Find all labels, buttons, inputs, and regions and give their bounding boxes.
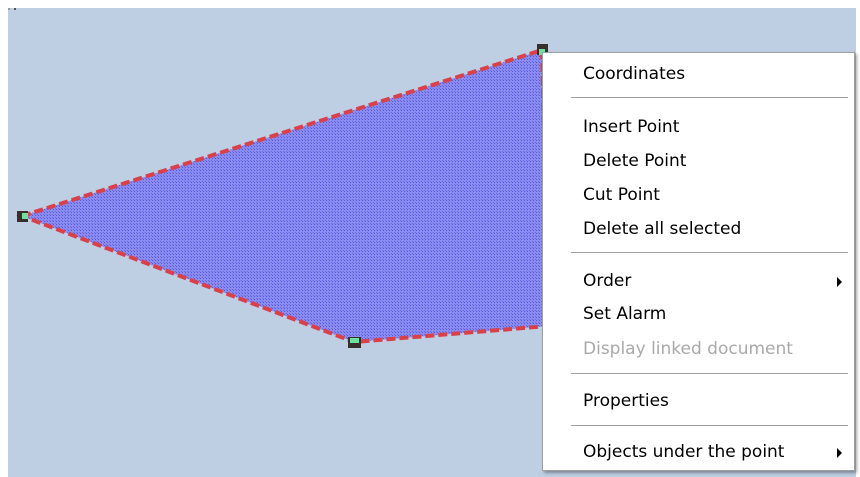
menu-item-properties[interactable]: Properties xyxy=(543,386,854,416)
menu-item-label: Delete Point xyxy=(583,151,687,171)
menu-item-label: Delete all selected xyxy=(583,219,742,239)
menu-separator xyxy=(571,373,848,374)
menu-item-label: Order xyxy=(583,271,632,291)
menu-separator xyxy=(571,97,848,98)
menu-item-set-alarm[interactable]: Set Alarm xyxy=(543,299,854,329)
menu-item-delete-all-selected[interactable]: Delete all selected xyxy=(543,214,854,244)
menu-separator xyxy=(571,252,848,253)
vertex-handle-left[interactable] xyxy=(17,211,28,222)
menu-item-delete-point[interactable]: Delete Point xyxy=(543,146,854,176)
menu-item-label: Properties xyxy=(583,391,669,411)
menu-item-objects-under-the-point[interactable]: Objects under the point xyxy=(543,437,854,467)
menu-item-label: Objects under the point xyxy=(583,442,785,462)
menu-item-label: Coordinates xyxy=(583,64,686,84)
submenu-arrow-icon xyxy=(837,277,842,287)
menu-item-label: Cut Point xyxy=(583,185,660,205)
selected-polygon[interactable] xyxy=(15,47,551,345)
menu-item-label: Display linked document xyxy=(583,339,793,359)
menu-item-label: Insert Point xyxy=(583,117,680,137)
menu-item-coordinates[interactable]: Coordinates xyxy=(543,59,854,89)
context-menu: Coordinates Insert Point Delete Point Cu… xyxy=(542,52,855,471)
menu-item-display-linked-document: Display linked document xyxy=(543,334,854,364)
menu-item-insert-point[interactable]: Insert Point xyxy=(543,112,854,142)
crosshair-icon xyxy=(8,8,16,10)
submenu-arrow-icon xyxy=(837,448,842,458)
menu-item-label: Set Alarm xyxy=(583,304,667,324)
menu-item-cut-point[interactable]: Cut Point xyxy=(543,180,854,210)
vertex-handle-bottom[interactable] xyxy=(348,337,361,348)
menu-item-order[interactable]: Order xyxy=(543,266,854,296)
menu-separator xyxy=(571,425,848,426)
